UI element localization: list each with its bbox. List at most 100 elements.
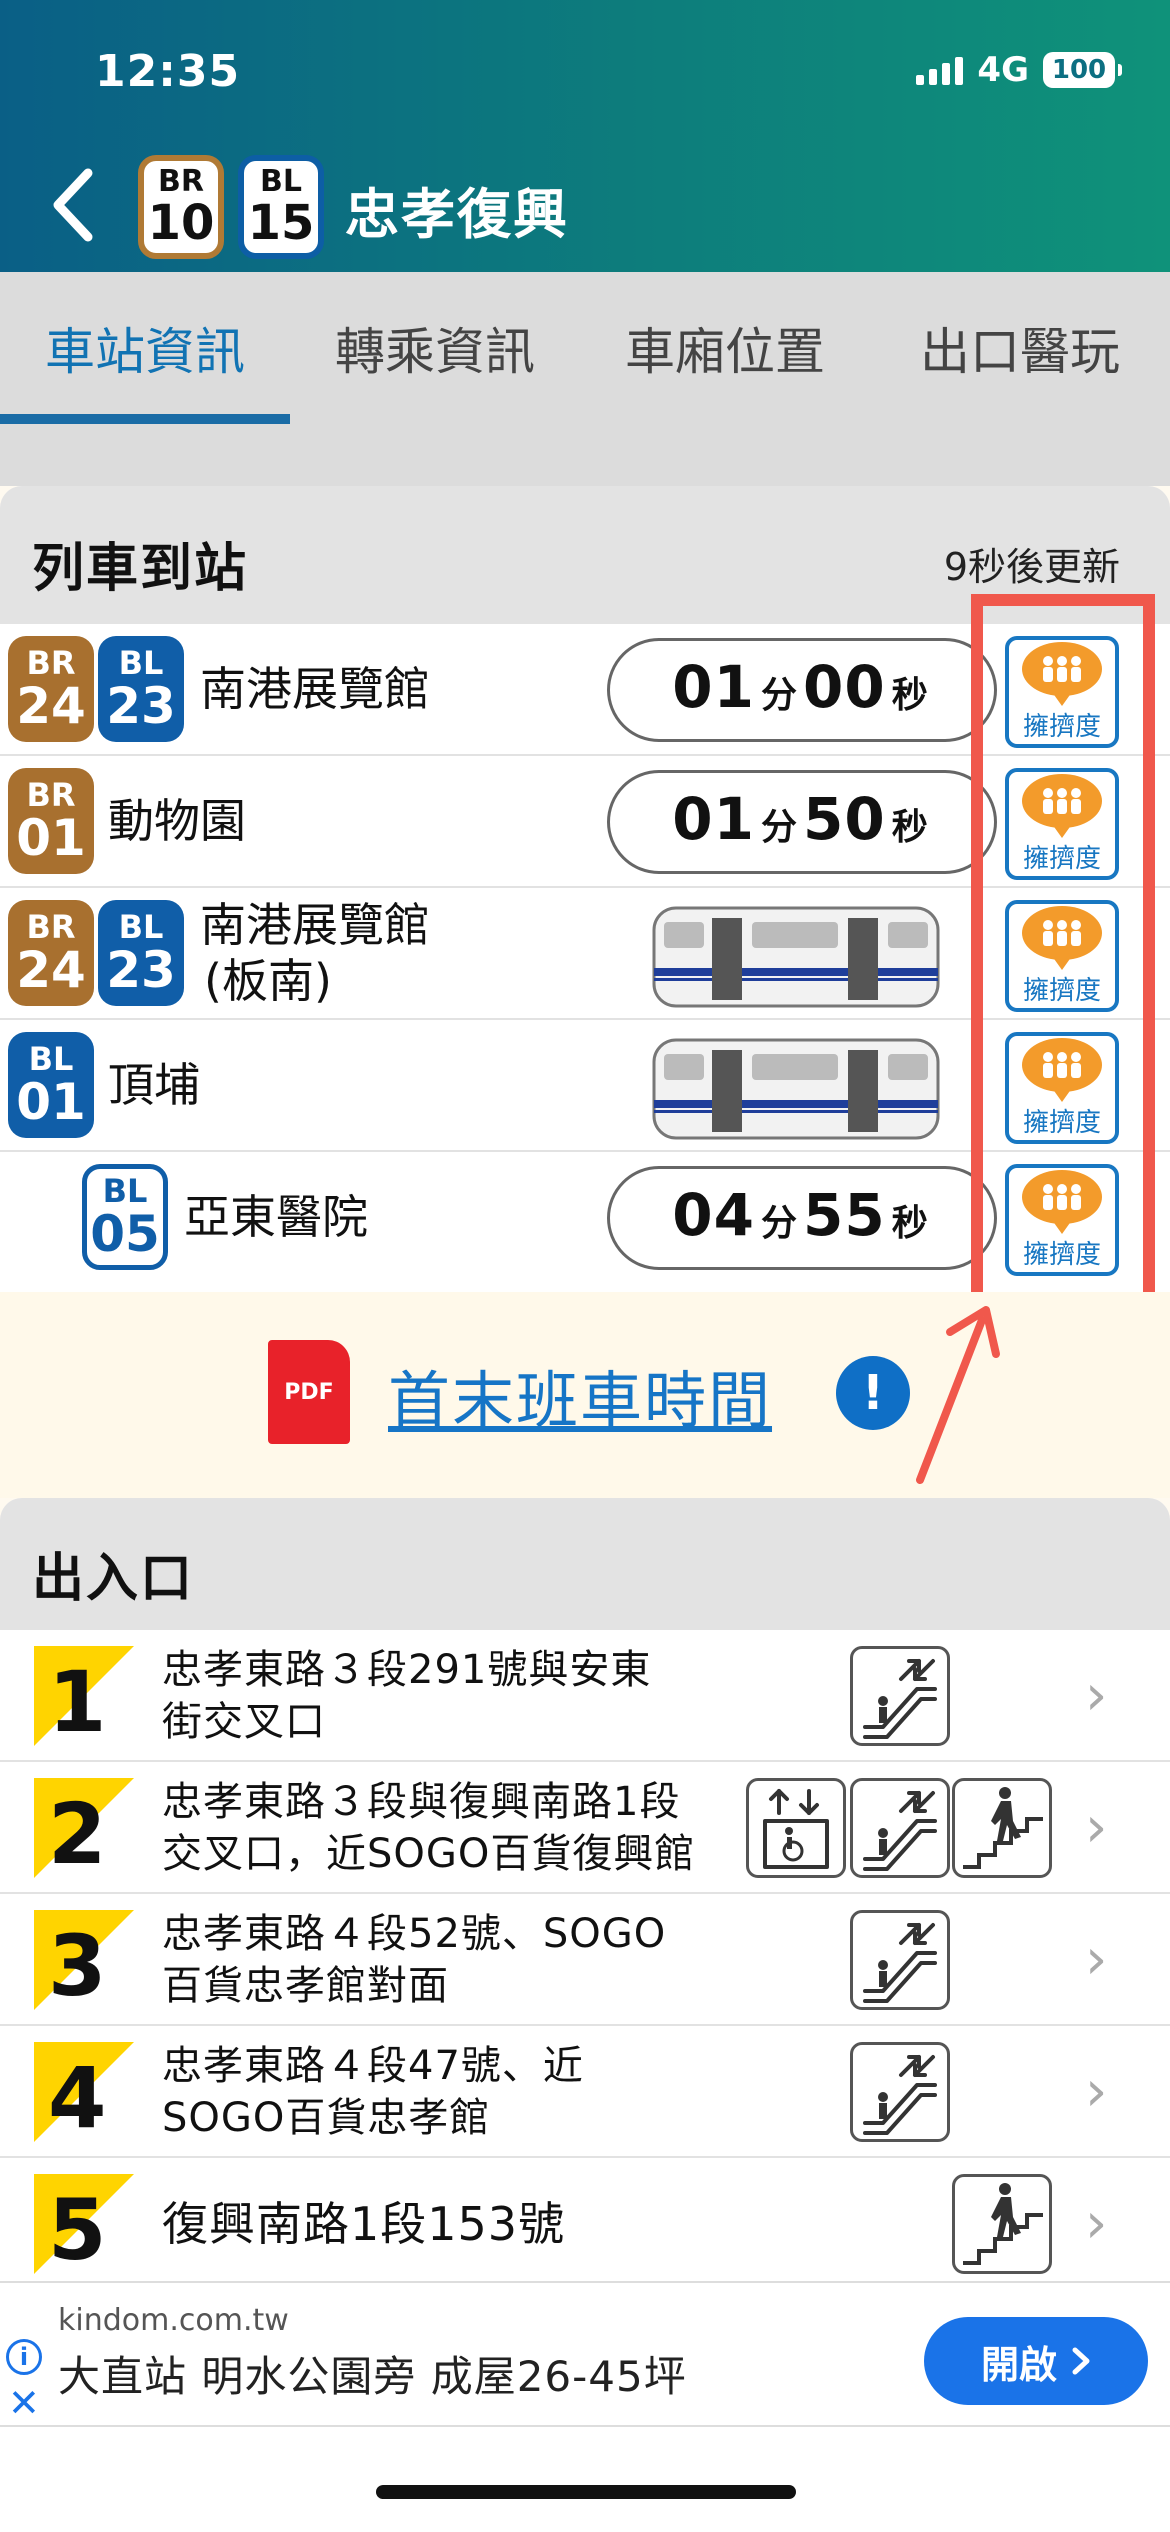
exit-row[interactable]: 5 復興南路1段153號 › [0, 2158, 1170, 2281]
exit-number: 5 [48, 2181, 107, 2279]
ad-close-icon[interactable]: ✕ [8, 2383, 40, 2423]
tab-car-position[interactable]: 車廂位置 [580, 272, 870, 424]
back-button[interactable] [38, 160, 108, 250]
crowd-people-icon [1022, 905, 1102, 970]
train-arriving-icon [652, 1038, 940, 1140]
line-badge-br: BR 10 [138, 155, 224, 259]
page-title: 忠孝復興 [345, 183, 569, 246]
crowd-level-button[interactable]: 擁擠度 [1005, 636, 1119, 748]
ad-domain: kindom.com.tw [58, 2303, 289, 2338]
destination-line2: (板南) [204, 954, 332, 1008]
badge-line: BL [260, 164, 302, 199]
tab-transfer-info[interactable]: 轉乘資訊 [290, 272, 580, 424]
crowd-label: 擁擠度 [1022, 1239, 1101, 1270]
exit-row[interactable]: 2 忠孝東路３段與復興南路1段 交叉口，近SOGO百貨復興館 › [0, 1762, 1170, 1894]
line-badge-bl: BL 23 [98, 900, 184, 1006]
exit-row[interactable]: 1 忠孝東路３段291號與安東 街交叉口 › [0, 1630, 1170, 1762]
escalator-icon [850, 2042, 950, 2142]
minutes-unit: 分 [760, 807, 797, 848]
exit-address-line2: 交叉口，近SOGO百貨復興館 [162, 1831, 696, 1877]
minutes-unit: 分 [760, 675, 797, 716]
battery-icon: 100 [1043, 52, 1122, 88]
chevron-right-icon: › [1085, 2059, 1108, 2124]
exit-address-line2: 百貨忠孝館對面 [162, 1963, 449, 2009]
crowd-level-button[interactable]: 擁擠度 [1005, 768, 1119, 880]
status-icons: 4G 100 [916, 50, 1122, 90]
chevron-right-icon: › [1085, 1927, 1108, 1992]
badge-number: 10 [147, 195, 215, 251]
exit-number: 3 [48, 1917, 107, 2015]
train-arriving-icon [652, 906, 940, 1008]
ad-open-label: 開啟 [980, 2342, 1057, 2387]
timetable-link[interactable]: 首末班車時間 [388, 1350, 772, 1440]
line-badge-bl: BL 01 [8, 1032, 94, 1138]
chevron-right-icon: › [1085, 1795, 1108, 1860]
minutes: 01 [672, 785, 755, 853]
signal-icon [916, 55, 964, 85]
exit-number-icon: 5 [34, 2174, 134, 2279]
badge-number: 15 [247, 195, 315, 251]
network-type: 4G [977, 50, 1029, 90]
arrival-row: BR 24 BL 23 南港展覽館 (板南) 擁擠度 [0, 888, 1170, 1020]
seconds: 55 [803, 1181, 886, 1249]
line-badge-br: BR 24 [8, 636, 94, 742]
countdown-pill: 01 分 50 秒 [607, 770, 997, 874]
exit-address-line2: SOGO百貨忠孝館 [162, 2095, 491, 2141]
crowd-label: 擁擠度 [1022, 843, 1101, 874]
ad-banner[interactable]: i ✕ kindom.com.tw 大直站 明水公園旁 成屋26-45坪 開啟 [0, 2281, 1170, 2427]
crowd-level-button[interactable]: 擁擠度 [1005, 900, 1119, 1012]
destination: 動物園 [108, 794, 246, 848]
chevron-right-icon: › [1085, 1663, 1108, 1728]
arrival-row: BL 01 頂埔 擁擠度 [0, 1020, 1170, 1152]
minutes: 04 [672, 1181, 755, 1249]
exit-address: 忠孝東路３段與復興南路1段 [162, 1779, 681, 1825]
crowd-level-button[interactable]: 擁擠度 [1005, 1164, 1119, 1276]
pdf-icon: PDF [268, 1340, 350, 1444]
arrivals-title: 列車到站 [32, 539, 249, 599]
minutes-unit: 分 [760, 1203, 797, 1244]
exit-address: 忠孝東路４段47號、近 [162, 2043, 584, 2089]
escalator-icon [850, 1778, 950, 1878]
destination: 亞東醫院 [184, 1190, 368, 1244]
arrival-row: BL 05 亞東醫院 04 分 55 秒 擁擠度 [0, 1152, 1170, 1284]
arrivals-card: 列車到站 9秒後更新 BR 24 BL 23 南港展覽館 01 分 00 秒 擁擠度… [0, 486, 1170, 1292]
seconds-unit: 秒 [891, 807, 928, 848]
app-header: 12:35 4G 100 BR 10 BL 15 忠孝復興 [0, 0, 1170, 272]
tab-exit-info[interactable]: 出口醫玩 [870, 272, 1170, 424]
minutes: 01 [672, 653, 755, 721]
exit-number-icon: 2 [34, 1778, 134, 1883]
crowd-people-icon [1022, 1169, 1102, 1234]
exit-row[interactable]: 4 忠孝東路４段47號、近 SOGO百貨忠孝館 › [0, 2026, 1170, 2158]
line-badge-bl: BL 15 [238, 155, 324, 259]
exits-card: 出入口 1 忠孝東路３段291號與安東 街交叉口 › 2 忠孝東路３段與復興南路… [0, 1498, 1170, 2281]
crowd-label: 擁擠度 [1022, 711, 1101, 742]
crowd-label: 擁擠度 [1022, 1107, 1101, 1138]
destination: 南港展覽館 [200, 898, 430, 952]
stairs-icon [952, 2174, 1052, 2274]
countdown-pill: 01 分 00 秒 [607, 638, 997, 742]
seconds: 00 [803, 653, 886, 721]
badge-line: BR [158, 164, 204, 199]
chevron-right-icon [1072, 2347, 1090, 2375]
annotation-arrow-icon [916, 1306, 1000, 1484]
home-indicator[interactable] [376, 2485, 796, 2499]
info-icon[interactable]: ! [836, 1356, 910, 1430]
chevron-left-icon [53, 168, 93, 242]
exit-row[interactable]: 3 忠孝東路４段52號、SOGO 百貨忠孝館對面 › [0, 1894, 1170, 2026]
elevator-icon [746, 1778, 846, 1878]
status-time: 12:35 [95, 46, 241, 97]
countdown-pill: 04 分 55 秒 [607, 1166, 997, 1270]
line-badge-bl: BL 23 [98, 636, 184, 742]
exits-title: 出入口 [32, 1549, 195, 1609]
ad-info-icon[interactable]: i [6, 2339, 42, 2375]
bottom-safe-area [0, 2427, 1170, 2532]
exits-header: 出入口 [0, 1498, 1170, 1630]
ad-headline: 大直站 明水公園旁 成屋26-45坪 [58, 2352, 687, 2401]
exit-address: 復興南路1段153號 [162, 2197, 566, 2251]
tab-station-info[interactable]: 車站資訊 [0, 272, 290, 424]
seconds-unit: 秒 [891, 1203, 928, 1244]
ad-open-button[interactable]: 開啟 [924, 2317, 1148, 2405]
seconds-unit: 秒 [891, 675, 928, 716]
tab-bar: 車站資訊 轉乘資訊 車廂位置 出口醫玩 [0, 272, 1170, 424]
crowd-level-button[interactable]: 擁擠度 [1005, 1032, 1119, 1144]
